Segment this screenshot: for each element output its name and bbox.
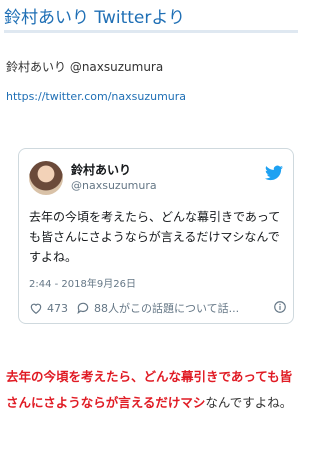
heart-icon bbox=[30, 303, 42, 314]
source-link[interactable]: https://twitter.com/naxsuzumura bbox=[6, 90, 186, 103]
tweet-timestamp[interactable]: 2:44 - 2018年9月26日 bbox=[29, 275, 136, 290]
tweet-handle[interactable]: @naxsuzumura bbox=[71, 179, 157, 192]
reply-summary: 88人がこの話題について話... bbox=[94, 302, 240, 315]
tweet-display-name[interactable]: 鈴村あいり bbox=[71, 161, 131, 178]
avatar[interactable] bbox=[29, 161, 63, 195]
body-rest-text: なんですよね。 bbox=[205, 395, 293, 410]
reply-action[interactable]: 88人がこの話題について話... bbox=[76, 300, 239, 316]
article-body-paragraph: 去年の今頃を考えたら、どんな幕引きであっても皆さんにさようならが言えるだけマシな… bbox=[6, 364, 298, 416]
source-name-line: 鈴村あいり @naxsuzumura bbox=[6, 60, 164, 74]
like-action[interactable]: 473 bbox=[29, 301, 68, 315]
info-icon[interactable] bbox=[273, 300, 287, 314]
tweet-actions: 473 88人がこの話題について話... bbox=[29, 299, 287, 317]
like-count: 473 bbox=[47, 301, 68, 315]
comment-icon bbox=[77, 302, 89, 315]
tweet-text: 去年の今頃を考えたら、どんな幕引きであっても皆さんにさようならが言えるだけマシな… bbox=[29, 210, 281, 264]
embedded-tweet[interactable]: 鈴村あいり @naxsuzumura 去年の今頃を考えたら、どんな幕引きであって… bbox=[18, 148, 294, 324]
twitter-bird-icon[interactable] bbox=[265, 165, 283, 181]
title-underline bbox=[4, 30, 298, 33]
